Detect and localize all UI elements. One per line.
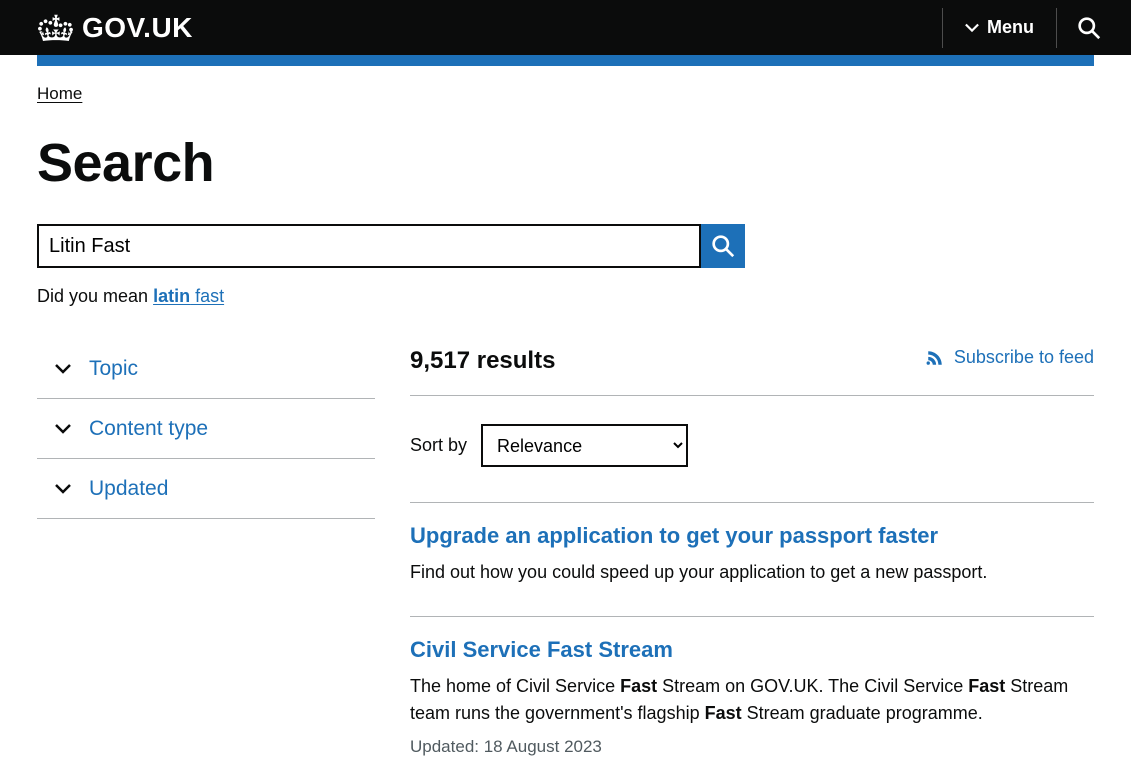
chevron-down-icon [55,483,71,495]
result-title-link[interactable]: Civil Service Fast Stream [410,637,1094,663]
rss-icon [926,349,944,367]
search-input[interactable] [37,224,701,268]
header-search-button[interactable] [1057,16,1101,40]
suggestion-link[interactable]: latin fast [153,286,224,306]
filter-label: Topic [89,357,138,381]
crown-icon [38,13,74,43]
header-actions: Menu [942,0,1101,55]
result-description: Find out how you could speed up your app… [410,559,1094,586]
menu-button[interactable]: Menu [942,8,1057,48]
search-icon [711,234,735,258]
filter-updated[interactable]: Updated [37,459,375,519]
result-item: Upgrade an application to get your passp… [410,502,1094,616]
filters-sidebar: Topic Content type Updated [37,347,375,777]
logo[interactable]: GOV.UK [38,12,193,44]
breadcrumb: Home [37,66,1094,104]
filter-label: Content type [89,417,208,441]
page-title: Search [37,132,1094,194]
subscribe-link[interactable]: Subscribe to feed [926,347,1094,368]
site-header: GOV.UK Menu [0,0,1131,55]
search-form [37,224,1094,268]
search-submit-button[interactable] [701,224,745,268]
subscribe-label: Subscribe to feed [954,347,1094,368]
filter-label: Updated [89,477,168,501]
result-item: Civil Service Fast Stream The home of Ci… [410,616,1094,777]
did-you-mean-prefix: Did you mean [37,286,153,306]
search-icon [1077,16,1101,40]
filter-topic[interactable]: Topic [37,347,375,399]
chevron-down-icon [55,363,71,375]
did-you-mean: Did you mean latin fast [37,286,1094,307]
sort-label: Sort by [410,435,467,456]
result-title-link[interactable]: Upgrade an application to get your passp… [410,523,1094,549]
results-header: 9,517 results Subscribe to feed [410,347,1094,396]
sort-select[interactable]: Relevance [481,424,688,467]
chevron-down-icon [55,423,71,435]
sort-row: Sort by Relevance [410,396,1094,502]
menu-label: Menu [987,17,1034,38]
breadcrumb-home[interactable]: Home [37,84,82,103]
chevron-down-icon [965,21,979,35]
result-updated: Updated: 18 August 2023 [410,737,1094,757]
results-main: 9,517 results Subscribe to feed Sort by … [410,347,1094,777]
logo-text: GOV.UK [82,12,193,44]
blue-bar [37,55,1094,66]
filter-content-type[interactable]: Content type [37,399,375,459]
result-description: The home of Civil Service Fast Stream on… [410,673,1094,727]
results-count: 9,517 results [410,347,555,375]
